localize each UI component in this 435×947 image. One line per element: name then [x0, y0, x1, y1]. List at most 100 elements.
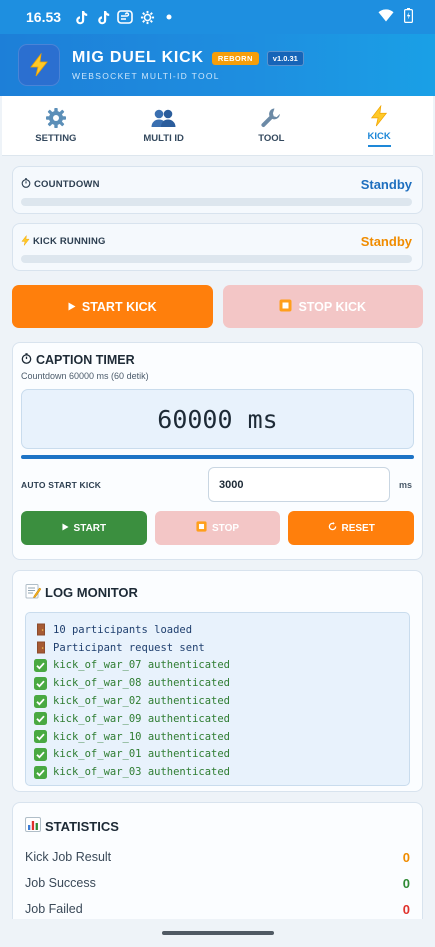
wind-icon	[117, 9, 133, 25]
tab-label: SETTING	[35, 133, 77, 144]
log-text: kick_of_war_08 authenticated	[53, 677, 231, 690]
check-icon	[34, 765, 47, 779]
log-text: kick_of_war_01 authenticated	[53, 748, 231, 761]
stat-label: Kick Job Result	[25, 850, 112, 864]
tab-bar: SETTING MULTI ID TOOL KICK	[2, 96, 433, 156]
timer-icon	[21, 178, 31, 191]
tab-setting[interactable]: SETTING	[2, 96, 110, 155]
log-line: Participant request sent	[34, 639, 401, 657]
stop-kick-label: STOP KICK	[298, 299, 367, 314]
log-line: kick_of_war_07 authenticated	[34, 657, 401, 675]
log-text: kick_of_war_03 authenticated	[53, 766, 231, 779]
timer-stop-label: STOP	[211, 522, 240, 534]
log-monitor-card: LOG MONITOR 10 participants loaded Partic…	[12, 570, 423, 792]
tiktok-icon	[73, 9, 89, 25]
check-icon	[34, 694, 47, 708]
stat-row: Job Success 0	[25, 870, 410, 896]
log-line: kick_of_war_10 authenticated	[34, 728, 401, 746]
log-text: kick_of_war_09 authenticated	[53, 712, 231, 725]
stat-row: Kick Job Result 0	[25, 844, 410, 870]
stop-icon	[196, 521, 207, 535]
timer-start-button[interactable]: START	[21, 511, 147, 545]
caption-timer-card: CAPTION TIMER Countdown 60000 ms (60 det…	[12, 342, 423, 560]
log-line: kick_of_war_02 authenticated	[34, 692, 401, 710]
timer-reset-button[interactable]: RESET	[288, 511, 415, 545]
status-bar: 16.53	[0, 0, 435, 34]
bar-chart-icon	[25, 817, 41, 835]
play-icon	[61, 523, 69, 534]
reset-icon	[328, 522, 337, 534]
log-text: kick_of_war_10 authenticated	[53, 730, 231, 743]
countdown-card: COUNTDOWN Standby	[12, 166, 423, 214]
stat-value: 0	[402, 849, 410, 865]
wrench-icon	[260, 107, 282, 129]
statistics-title: STATISTICS	[45, 818, 119, 834]
tab-label: KICK	[367, 131, 391, 147]
log-line: kick_of_war_01 authenticated	[34, 746, 401, 764]
play-icon	[68, 300, 76, 314]
battery-icon	[404, 8, 414, 26]
caption-timer-title: CAPTION TIMER	[36, 353, 135, 367]
kick-running-status: Standby	[360, 234, 412, 249]
gear-icon	[45, 107, 67, 129]
kick-running-card: KICK RUNNING Standby	[12, 223, 423, 271]
auto-start-unit: ms	[399, 479, 413, 490]
check-icon	[34, 712, 47, 726]
start-kick-label: START KICK	[81, 299, 157, 314]
timer-display: 60000 ms	[21, 389, 414, 449]
stat-value: 0	[402, 875, 410, 891]
check-icon	[34, 658, 47, 672]
kick-running-progress	[21, 255, 412, 263]
log-text: kick_of_war_07 authenticated	[53, 659, 231, 672]
memo-icon	[25, 583, 42, 602]
tab-kick[interactable]: KICK	[325, 96, 433, 155]
home-indicator[interactable]	[161, 931, 274, 935]
countdown-label: COUNTDOWN	[34, 179, 100, 190]
stop-icon	[279, 299, 292, 315]
timer-progress	[21, 455, 414, 459]
lightning-icon	[21, 234, 30, 249]
stat-value: 0	[402, 901, 410, 917]
lightning-icon	[369, 104, 389, 127]
log-line: kick_of_war_03 authenticated	[34, 763, 401, 781]
log-text: 10 participants loaded	[53, 623, 193, 636]
users-icon	[151, 107, 177, 129]
log-text: Participant request sent	[53, 641, 205, 654]
caption-timer-subtitle: Countdown 60000 ms (60 detik)	[21, 371, 149, 381]
reborn-badge: REBORN	[211, 51, 259, 65]
auto-start-input[interactable]	[208, 467, 390, 502]
stop-kick-button[interactable]: STOP KICK	[222, 285, 423, 328]
app-header: MIG DUEL KICK REBORN v1.0.31 WEBSOCKET M…	[0, 34, 435, 96]
timer-icon	[21, 353, 32, 367]
stat-label: Job Failed	[25, 902, 83, 916]
stat-label: Job Success	[25, 876, 96, 890]
log-monitor-title: LOG MONITOR	[45, 585, 138, 600]
start-kick-button[interactable]: START KICK	[12, 285, 213, 328]
kick-panel: COUNTDOWN Standby KICK RUNNING Standby S…	[0, 156, 435, 947]
countdown-progress	[21, 198, 412, 206]
tab-multi-id[interactable]: MULTI ID	[110, 96, 218, 155]
clock: 16.53	[26, 9, 62, 25]
gesture-nav-bar	[0, 919, 435, 947]
log-line: kick_of_war_08 authenticated	[34, 674, 401, 692]
timer-stop-button[interactable]: STOP	[154, 511, 281, 545]
log-output[interactable]: 10 participants loaded Participant reques…	[25, 612, 410, 787]
countdown-status: Standby	[360, 177, 412, 192]
gear-icon	[139, 9, 155, 25]
tiktok-icon	[95, 9, 111, 25]
check-icon	[34, 676, 47, 690]
wifi-icon	[378, 9, 394, 25]
timer-reset-label: RESET	[341, 522, 375, 534]
kick-running-label: KICK RUNNING	[33, 236, 106, 247]
tab-tool[interactable]: TOOL	[218, 96, 326, 155]
timer-start-label: START	[73, 522, 107, 534]
dot-icon	[161, 9, 177, 25]
door-icon	[34, 623, 47, 636]
lightning-icon	[18, 44, 60, 86]
app-title: MIG DUEL KICK	[72, 49, 204, 66]
check-icon	[34, 730, 47, 744]
tab-label: TOOL	[258, 133, 285, 144]
auto-start-label: AUTO START KICK	[21, 479, 102, 490]
version-badge: v1.0.31	[266, 50, 304, 66]
log-line: 10 participants loaded	[34, 621, 401, 639]
